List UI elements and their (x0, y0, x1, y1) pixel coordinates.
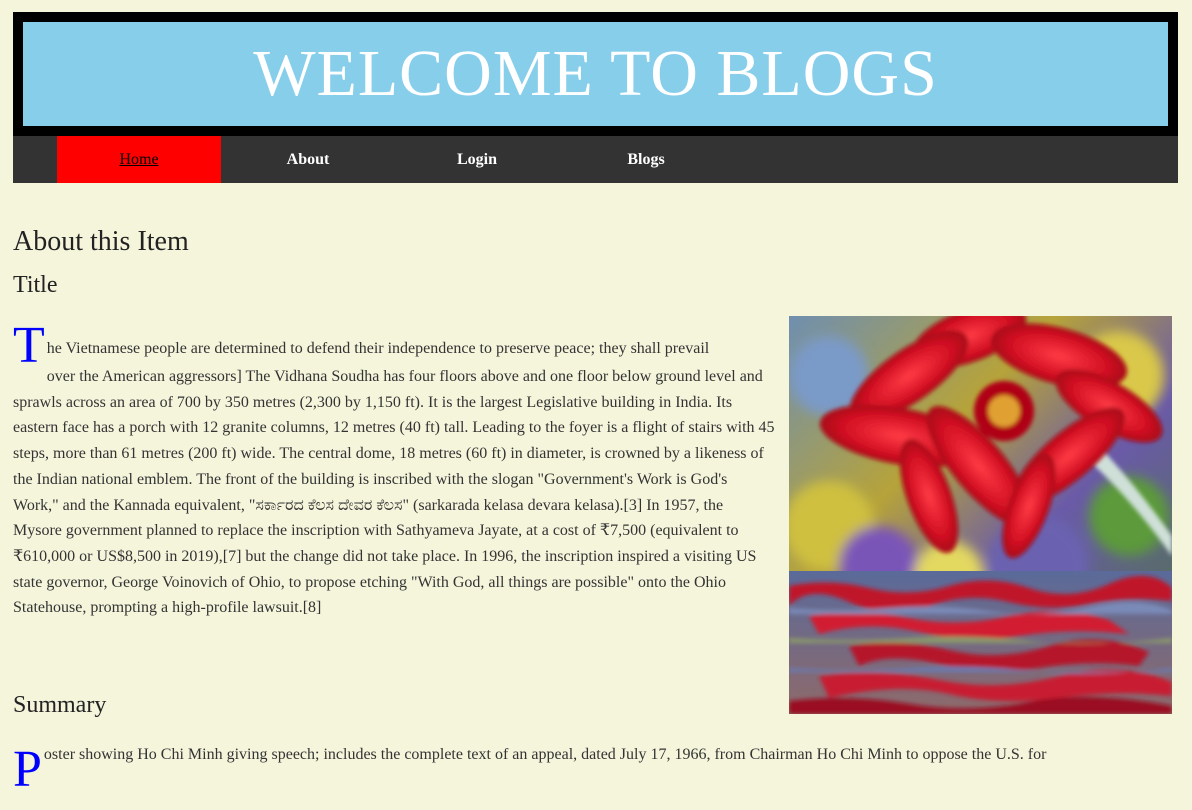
site-title: WELCOME TO BLOGS (253, 37, 938, 110)
summary-paragraph: Poster showing Ho Chi Minh giving speech… (13, 741, 1153, 798)
flower-image (789, 316, 1172, 714)
summary-dropcap: P (13, 741, 42, 798)
header-banner-inner: WELCOME TO BLOGS (23, 22, 1168, 126)
nav-about-link[interactable]: About (226, 136, 390, 183)
title-dropcap: T (13, 317, 45, 374)
title-first-line: The Vietnamese people are determined to … (13, 317, 775, 374)
page-heading: About this Item (13, 226, 189, 257)
header-banner: WELCOME TO BLOGS (13, 12, 1178, 136)
nav-bar: Home About Login Blogs (13, 136, 1178, 183)
summary-heading: Summary (13, 692, 107, 718)
title-heading: Title (13, 272, 58, 298)
nav-blogs-link[interactable]: Blogs (564, 136, 728, 183)
title-paragraph: The Vietnamese people are determined to … (13, 318, 775, 621)
nav-home-link[interactable]: Home (57, 136, 221, 183)
summary-text: oster showing Ho Chi Minh giving speech;… (43, 746, 1047, 763)
title-body-text: over the American aggressors] The Vidhan… (13, 368, 775, 617)
nav-login-link[interactable]: Login (395, 136, 559, 183)
title-first-line-text: he Vietnamese people are determined to d… (46, 340, 710, 357)
